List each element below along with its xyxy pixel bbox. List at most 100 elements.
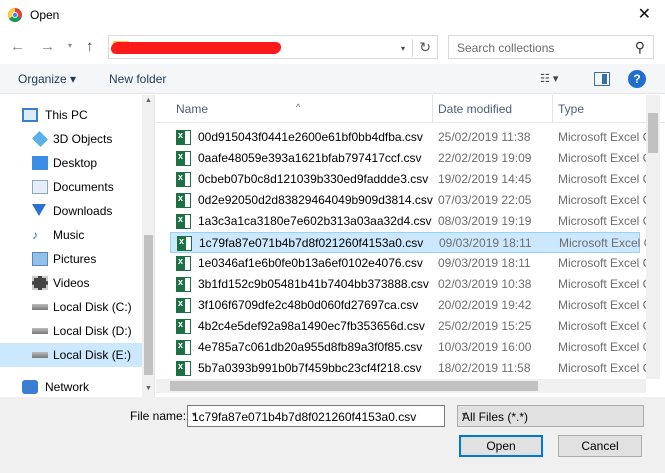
file-name: 1e0346af1e6b0fe0b13a6ef0102e4076.csv xyxy=(198,256,423,270)
sidebar-item[interactable]: Documents xyxy=(0,175,142,199)
sidebar-item[interactable]: Desktop xyxy=(0,151,142,175)
file-name: 3f106f6709dfe2c48b0d060fd27697ca.csv xyxy=(198,298,419,312)
file-row[interactable]: 4b2c4e5def92a98a1490ec7fb353656d.csv 25/0… xyxy=(170,316,651,337)
file-name: 1c79fa87e071b4b7d8f021260f4153a0.csv xyxy=(199,236,424,250)
excel-file-icon xyxy=(176,361,191,376)
sidebar-item[interactable]: 3D Objects xyxy=(0,127,142,151)
sidebar-item[interactable]: Local Disk (D:) xyxy=(0,319,142,343)
sidebar-item-label: Videos xyxy=(53,276,90,290)
file-row[interactable]: 0d2e92050d2d83829464049b909d3814.csv 07/0… xyxy=(170,190,651,211)
excel-file-icon xyxy=(176,214,191,229)
sidebar-item[interactable]: Videos xyxy=(0,271,142,295)
scroll-down-icon[interactable]: ▼ xyxy=(145,385,152,392)
file-type: Microsoft Excel C xyxy=(558,298,652,312)
file-list-vertical-scrollbar[interactable] xyxy=(646,95,660,379)
close-icon[interactable]: ✕ xyxy=(638,4,651,24)
file-row[interactable]: 1e0346af1e6b0fe0b13a6ef0102e4076.csv 09/0… xyxy=(170,253,651,274)
file-row[interactable]: 0aafe48059e393a1621bfab797417ccf.csv 22/0… xyxy=(170,148,651,169)
file-date-modified: 09/03/2019 18:11 xyxy=(439,236,532,250)
file-list-scroll-thumb[interactable] xyxy=(648,113,658,153)
chrome-icon xyxy=(8,8,22,22)
command-toolbar: Organize ▾ New folder ☷ ▾ ? xyxy=(0,64,665,94)
preview-pane-icon[interactable] xyxy=(594,72,610,86)
sidebar-item[interactable]: Local Disk (C:) xyxy=(0,295,142,319)
sidebar-scroll-thumb[interactable] xyxy=(144,235,153,375)
column-header: ^ Name Date modified Type xyxy=(156,95,665,123)
file-date-modified: 19/02/2019 14:45 xyxy=(438,172,532,186)
file-row[interactable]: 3f106f6709dfe2c48b0d060fd27697ca.csv 20/0… xyxy=(170,295,651,316)
organize-button[interactable]: Organize ▾ xyxy=(18,72,76,86)
window-title: Open xyxy=(30,8,60,22)
file-name: 5b7a0393b991b0b7f459bbc23cf4f218.csv xyxy=(198,361,422,375)
recent-locations-chevron-icon[interactable]: ▾ xyxy=(68,41,72,50)
search-input[interactable]: Search collections xyxy=(457,41,554,55)
up-arrow-icon[interactable]: ↑ xyxy=(86,38,94,55)
search-icon[interactable]: ⚲ xyxy=(635,39,645,56)
file-type-select[interactable]: All Files (*.*) ▾ xyxy=(457,405,644,427)
file-row[interactable]: 1a3c3a1ca3180e7e602b313a03aa32d4.csv 08/0… xyxy=(170,211,651,232)
desktop-icon xyxy=(32,156,48,170)
file-type: Microsoft Excel C xyxy=(558,340,652,354)
excel-file-icon xyxy=(176,298,191,313)
file-row[interactable]: 3b1fd152c9b05481b41b7404bb373888.csv 02/0… xyxy=(170,274,651,295)
scroll-up-icon[interactable]: ▲ xyxy=(145,97,152,104)
file-type: Microsoft Excel C xyxy=(558,361,652,375)
address-dropdown-chevron-icon[interactable]: ▾ xyxy=(401,44,405,53)
file-row[interactable]: 00d915043f0441e2600e61bf0bb4dfba.csv 25/0… xyxy=(170,127,651,148)
excel-file-icon xyxy=(176,172,191,187)
drive-icon xyxy=(32,352,48,358)
view-options-icon[interactable]: ☷ ▾ xyxy=(540,72,558,85)
file-list-horizontal-scrollbar[interactable] xyxy=(156,379,646,393)
sidebar-item[interactable]: Pictures xyxy=(0,247,142,271)
file-row[interactable]: 1c79fa87e071b4b7d8f021260f4153a0.csv 09/0… xyxy=(170,232,652,253)
file-date-modified: 02/03/2019 10:38 xyxy=(438,277,532,291)
file-row[interactable]: 0cbeb07b0c8d121039b330ed9faddde3.csv 19/0… xyxy=(170,169,651,190)
excel-file-icon xyxy=(176,319,191,334)
forward-arrow-icon[interactable]: → xyxy=(40,38,55,55)
sidebar-item-label: This PC xyxy=(45,108,88,122)
file-type-chevron-down-icon[interactable]: ▾ xyxy=(462,410,637,419)
file-name-label: File name: xyxy=(130,409,187,423)
sidebar-item[interactable]: Downloads xyxy=(0,199,142,223)
sidebar-item[interactable]: ♪ Music xyxy=(0,223,142,247)
file-date-modified: 10/03/2019 16:00 xyxy=(438,340,532,354)
refresh-icon[interactable]: ↻ xyxy=(412,39,431,57)
help-icon[interactable]: ? xyxy=(628,70,646,88)
excel-file-icon xyxy=(176,151,191,166)
sidebar-item[interactable]: Local Disk (E:) xyxy=(0,343,142,367)
sidebar-item[interactable]: Network xyxy=(0,375,142,397)
file-name-chevron-down-icon[interactable]: ▾ xyxy=(192,410,438,419)
file-name: 1a3c3a1ca3180e7e602b313a03aa32d4.csv xyxy=(198,214,432,228)
sidebar-item-label: Pictures xyxy=(53,252,97,266)
column-divider[interactable] xyxy=(432,95,433,123)
column-type[interactable]: Type xyxy=(558,102,584,116)
file-type: Microsoft Excel C xyxy=(558,256,652,270)
file-row[interactable]: 5b7a0393b991b0b7f459bbc23cf4f218.csv 18/0… xyxy=(170,358,651,379)
file-type: Microsoft Excel C xyxy=(558,172,652,186)
download-arrow-icon xyxy=(32,204,46,216)
sidebar-item[interactable]: This PC xyxy=(0,103,142,127)
pictures-icon xyxy=(32,252,48,266)
file-type: Microsoft Excel C xyxy=(559,236,653,250)
new-folder-button[interactable]: New folder xyxy=(109,72,166,86)
file-row[interactable]: 4e785a7c061db20a955d8fb89a3f0f85.csv 10/0… xyxy=(170,337,651,358)
back-arrow-icon[interactable]: ← xyxy=(10,38,25,55)
sidebar-scrollbar[interactable]: ▲ ▼ xyxy=(142,95,154,397)
sidebar-item-label: Music xyxy=(53,228,85,242)
search-box[interactable]: Search collections ⚲ xyxy=(448,35,654,59)
column-divider[interactable] xyxy=(552,95,553,123)
music-note-icon: ♪ xyxy=(32,228,38,242)
file-name-field[interactable]: 1c79fa87e071b4b7d8f021260f4153a0.csv ▾ xyxy=(187,405,445,427)
excel-file-icon xyxy=(176,193,191,208)
film-icon xyxy=(32,276,48,290)
title-bar: Open ✕ xyxy=(0,0,665,30)
file-name: 0cbeb07b0c8d121039b330ed9faddde3.csv xyxy=(198,172,429,186)
open-button[interactable]: Open xyxy=(459,435,543,457)
cancel-button[interactable]: Cancel xyxy=(558,435,642,457)
column-name[interactable]: Name xyxy=(176,102,208,116)
file-date-modified: 08/03/2019 19:19 xyxy=(438,214,532,228)
column-date-modified[interactable]: Date modified xyxy=(438,102,512,116)
address-bar[interactable]: ▾ ↻ xyxy=(108,35,438,59)
sort-ascending-icon: ^ xyxy=(296,102,301,112)
horizontal-scroll-thumb[interactable] xyxy=(170,381,538,391)
